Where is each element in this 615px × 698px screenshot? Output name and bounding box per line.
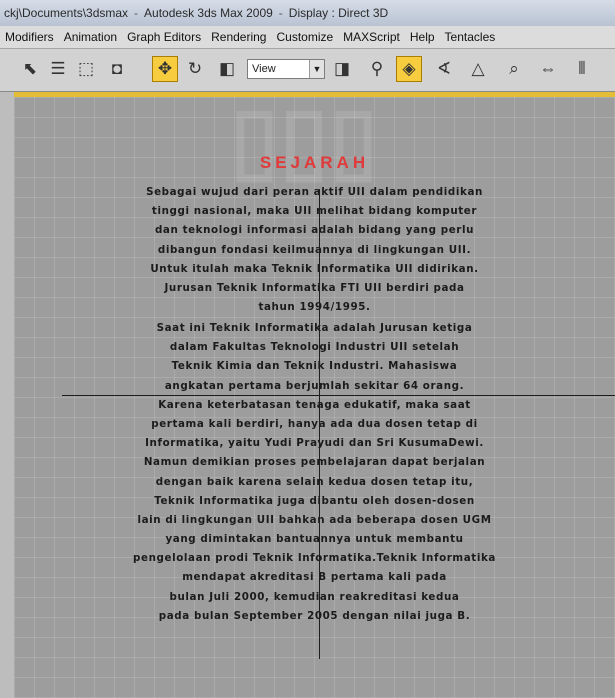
left-panel-strip bbox=[0, 92, 14, 698]
app-title: Autodesk 3ds Max 2009 bbox=[144, 6, 273, 20]
text-line: tahun 1994/1995. bbox=[258, 301, 371, 314]
text-line: angkatan pertama berjumlah sekitar 64 or… bbox=[164, 379, 465, 392]
text-line: yang dimintakan bantuannya untuk membant… bbox=[165, 533, 464, 546]
spinner-snap-icon[interactable]: △ bbox=[466, 57, 490, 81]
text-line: Jurusan Teknik Informatika FTI UII berdi… bbox=[164, 281, 465, 294]
text-line: pada bulan September 2005 dengan nilai j… bbox=[158, 609, 471, 622]
text-line: Namun demikian proses pembelajaran dapat… bbox=[143, 456, 486, 469]
text-line: Teknik Kimia dan Teknik Industri. Mahasi… bbox=[171, 360, 458, 373]
menu-tentacles[interactable]: Tentacles bbox=[440, 26, 501, 48]
display-mode: Display : Direct 3D bbox=[288, 6, 389, 20]
grid-axis-vertical bbox=[319, 189, 320, 659]
text-line: lain di lingkungan UII bahkan ada bebera… bbox=[137, 513, 492, 526]
main-toolbar: ⬉ ☰ ⬚ ◘ ✥ ↻ ◧ View ▼ ◨ ⚲ ◈ ∢ △ ⌕ ⇔ ⫴ bbox=[0, 49, 615, 92]
text-line: mendapat akreditasi B pertama kali pada bbox=[182, 571, 447, 584]
title-separator: - bbox=[134, 6, 139, 20]
menu-maxscript[interactable]: MAXScript bbox=[338, 26, 405, 48]
window-path: ckj\Documents\3dsmax bbox=[4, 6, 129, 20]
paragraph-2: Saat ini Teknik Informatika adalah Jurus… bbox=[14, 319, 615, 626]
menu-rendering[interactable]: Rendering bbox=[206, 26, 271, 48]
paragraph-1: Sebagai wujud dari peran aktif UII dalam… bbox=[14, 183, 615, 317]
menu-bar: Modifiers Animation Graph Editors Rendering… bbox=[0, 26, 615, 49]
perspective-viewport[interactable]: ▯▯▯ SEJARAH Sebagai wujud dari peran akt… bbox=[14, 92, 615, 698]
text-line: Informatika, yaitu Yudi Prayudi dan Sri … bbox=[145, 437, 484, 450]
text-line: Teknik Informatika juga dibantu oleh dos… bbox=[154, 494, 475, 507]
percent-snap-icon[interactable]: ∢ bbox=[432, 57, 456, 81]
snap-icon[interactable]: ⚲ bbox=[365, 57, 389, 81]
text-line: Sebagai wujud dari peran aktif UII dalam… bbox=[146, 186, 483, 198]
text-line: dibangun fondasi keilmuannya di lingkung… bbox=[157, 243, 472, 256]
named-selection-icon[interactable]: ⌕ bbox=[502, 57, 526, 81]
scale-icon[interactable]: ◧ bbox=[215, 57, 239, 81]
menu-modifiers[interactable]: Modifiers bbox=[0, 26, 59, 48]
title-bar: ckj\Documents\3dsmax - Autodesk 3ds Max 20… bbox=[0, 0, 615, 26]
grid-axis-horizontal bbox=[62, 395, 615, 396]
page-heading: SEJARAH bbox=[259, 153, 370, 172]
menu-help[interactable]: Help bbox=[405, 26, 440, 48]
text-line: dalam Fakultas Teknologi Industri UII se… bbox=[169, 341, 460, 354]
title-separator: - bbox=[278, 6, 283, 20]
text-line: pertama kali berdiri, hanya ada dua dose… bbox=[151, 417, 478, 430]
text-line: pengelolaan prodi Teknik Informatika.Tek… bbox=[133, 552, 496, 565]
window-crossing-icon[interactable]: ◘ bbox=[105, 57, 129, 81]
pivot-icon[interactable]: ◨ bbox=[330, 57, 354, 81]
menu-customize[interactable]: Customize bbox=[271, 26, 338, 48]
text-line: Untuk itulah maka Teknik Informatika UII… bbox=[150, 262, 479, 275]
reference-coordinate-select[interactable]: View ▼ bbox=[247, 59, 325, 79]
select-object-icon[interactable]: ⬉ bbox=[18, 57, 42, 81]
text-line: Saat ini Teknik Informatika adalah Jurus… bbox=[156, 322, 473, 334]
select-by-name-icon[interactable]: ☰ bbox=[46, 57, 70, 81]
text-line: tinggi nasional, maka UII melihat bidang… bbox=[151, 205, 478, 218]
menu-graph-editors[interactable]: Graph Editors bbox=[122, 26, 206, 48]
menu-animation[interactable]: Animation bbox=[59, 26, 122, 48]
view-select-value: View bbox=[252, 63, 276, 75]
text-line: dan teknologi informasi adalah bidang ya… bbox=[154, 224, 475, 237]
chevron-down-icon[interactable]: ▼ bbox=[309, 60, 324, 78]
text-line: Karena keterbatasan tenaga edukatif, mak… bbox=[158, 398, 471, 411]
mirror-icon[interactable]: ⇔ bbox=[536, 57, 560, 81]
text-line: bulan Juli 2000, kemudian reakreditasi k… bbox=[169, 590, 460, 603]
rect-selection-icon[interactable]: ⬚ bbox=[74, 57, 98, 81]
align-icon[interactable]: ⫴ bbox=[570, 57, 594, 81]
move-icon[interactable]: ✥ bbox=[152, 56, 178, 82]
rotate-icon[interactable]: ↻ bbox=[183, 57, 207, 81]
text-line: dengan baik karena selain kedua dosen te… bbox=[155, 475, 474, 488]
angle-snap-icon[interactable]: ◈ bbox=[396, 56, 422, 82]
